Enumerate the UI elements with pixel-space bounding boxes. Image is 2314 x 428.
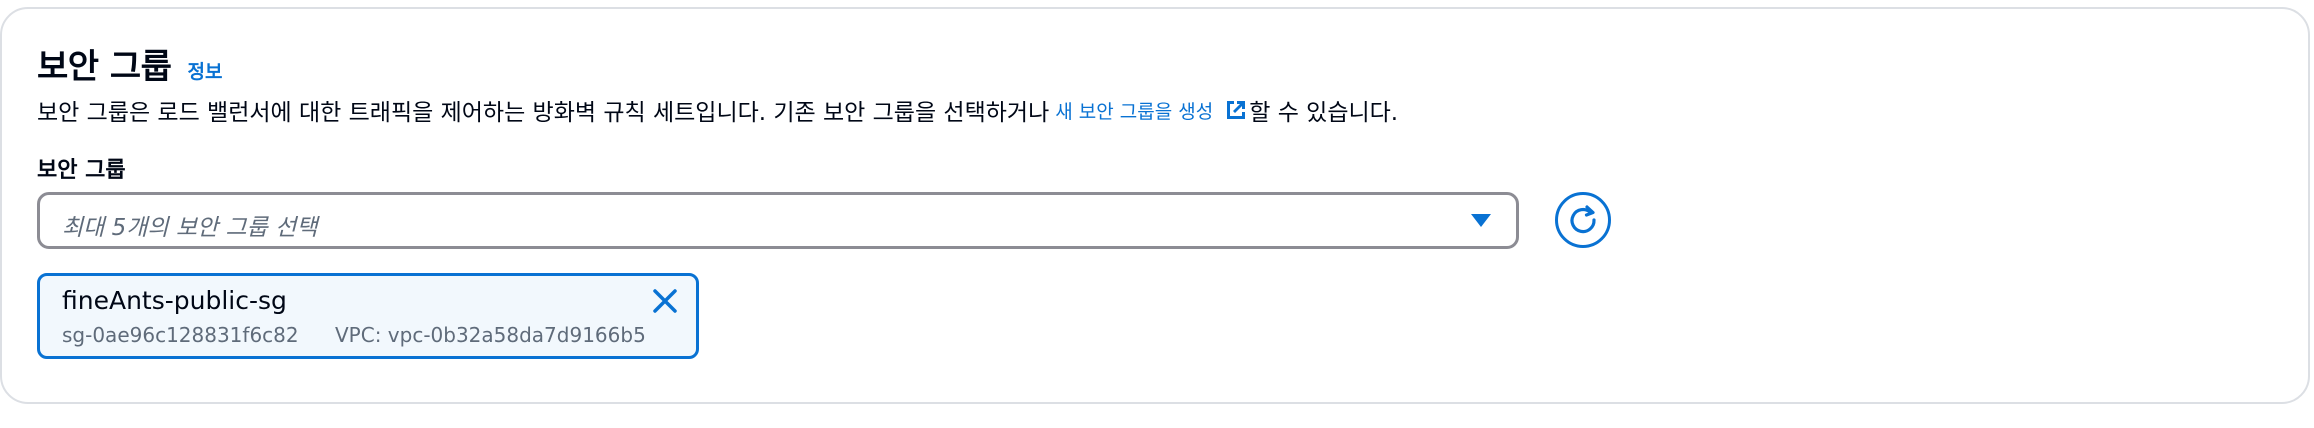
security-group-id: sg-0ae96c128831f6c82 [62,323,299,347]
caret-down-icon [1471,214,1491,227]
panel-header: 보안 그룹 정보 [37,39,222,88]
refresh-icon [1570,205,1596,234]
security-group-name: fineAnts-public-sg [62,286,287,315]
external-link-icon[interactable] [1223,97,1249,123]
panel-description: 보안 그룹은 로드 밸런서에 대한 트래픽을 제어하는 방화벽 규칙 세트입니다… [37,93,1398,127]
security-group-panel: 보안 그룹 정보 보안 그룹은 로드 밸런서에 대한 트래픽을 제어하는 방화벽… [0,7,2310,404]
security-group-select[interactable]: 최대 5개의 보안 그룹 선택 [37,192,1519,249]
description-text-before: 보안 그룹은 로드 밸런서에 대한 트래픽을 제어하는 방화벽 규칙 세트입니다… [37,100,1050,126]
create-link-label: 새 보안 그룹을 생성 [1055,100,1214,123]
close-icon[interactable] [650,286,680,316]
selected-security-group-token: fineAnts-public-sg sg-0ae96c128831f6c82 … [37,273,699,359]
panel-title: 보안 그룹 [37,47,172,87]
description-text-after: 할 수 있습니다. [1249,100,1399,126]
refresh-button[interactable] [1555,192,1611,248]
select-placeholder: 최대 5개의 보안 그룹 선택 [62,215,318,241]
security-group-vpc: VPC: vpc-0b32a58da7d9166b5 [334,323,646,347]
security-group-meta: sg-0ae96c128831f6c82 VPC: vpc-0b32a58da7… [62,323,646,347]
info-link[interactable]: 정보 [187,57,222,84]
security-group-field-label: 보안 그룹 [37,158,126,183]
create-security-group-link[interactable]: 새 보안 그룹을 생성 [1055,97,1213,124]
